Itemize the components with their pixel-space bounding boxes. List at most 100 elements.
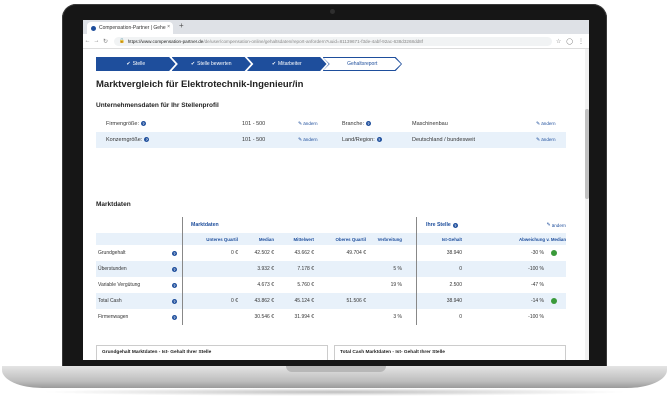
row-label: Total Cash <box>98 298 122 304</box>
cell-mean: 31.994 € <box>294 314 314 320</box>
check-icon: ✔ <box>190 61 196 67</box>
cell-median: 43.862 € <box>254 298 274 304</box>
new-tab-button[interactable]: + <box>179 21 184 30</box>
close-icon[interactable]: × <box>167 24 170 30</box>
change-industry-link[interactable]: ✎ändern <box>536 121 556 127</box>
star-icon[interactable]: ☆ <box>556 38 561 45</box>
cell-spread <box>366 245 402 261</box>
lock-icon: 🔒 <box>119 38 125 43</box>
pencil-icon: ✎ <box>536 121 541 127</box>
table-row: Grundgehalt? 0 € 42.502 € 43.662 € 49.704 € 3… <box>96 245 566 261</box>
step-mitarbeiter[interactable]: ✔ Mitarbeiter <box>247 57 327 71</box>
table-row: Überstunden? 3.932 € 7.178 € 5 % 0 -100 % <box>96 261 566 277</box>
check-icon: ✔ <box>271 61 277 67</box>
change-firm-size-link[interactable]: ✎ändern <box>298 121 318 127</box>
account-icon[interactable]: ◯ <box>566 38 573 45</box>
cell-lq <box>191 277 238 293</box>
row-label: Grundgehalt <box>98 250 126 256</box>
info-row: Konzerngröße:? 101 - 500 ✎ändern Land/Re… <box>96 132 566 148</box>
table-row: Firmenwagen? 30.546 € 31.994 € 3 % 0 -100 % <box>96 309 566 325</box>
help-icon[interactable]: ? <box>144 137 150 143</box>
region-value: Deutschland / bundesweit <box>412 137 475 143</box>
market-group-title: Marktdaten <box>191 222 219 228</box>
cell-uq: 49.704 € <box>346 250 366 256</box>
help-icon[interactable]: ? <box>172 309 177 325</box>
cell-dev: -100 % <box>528 314 544 320</box>
pencil-icon: ✎ <box>298 121 303 127</box>
cell-spread: 5 % <box>393 266 402 272</box>
url-input[interactable]: 🔒 https://www.compensation-partner.de/de… <box>114 36 552 46</box>
favicon-icon <box>91 25 96 31</box>
cell-uq <box>314 277 366 293</box>
row-label: Überstunden <box>98 266 127 272</box>
help-icon[interactable]: ? <box>366 121 372 127</box>
row-label: Firmenwagen <box>98 314 129 320</box>
address-bar: ← → ↻ 🔒 https://www.compensation-partner… <box>83 34 589 49</box>
group-size-value: 101 - 500 <box>242 137 266 143</box>
pencil-icon: ✎ <box>546 222 551 228</box>
cell-spread <box>366 293 402 309</box>
cell-dev: -100 % <box>528 266 544 272</box>
cell-mean: 43.662 € <box>294 250 314 256</box>
status-dot-icon <box>551 293 557 309</box>
group-size-label: Konzerngröße:? <box>106 137 150 143</box>
table-body: Grundgehalt? 0 € 42.502 € 43.662 € 49.704 € 3… <box>96 245 566 325</box>
progress-steps: ✔ Stelle ✔ Stelle bewerten ✔ Mitarbeiter Ge… <box>96 57 402 71</box>
tab-bar: Compensation-Partner | Gehe × + <box>83 20 589 34</box>
reload-icon[interactable]: ↻ <box>101 38 110 45</box>
col-actual-salary: Ist-Gehalt <box>441 236 462 242</box>
cell-lq <box>191 309 238 325</box>
cell-median: 3.932 € <box>257 266 274 272</box>
tab-title: Compensation-Partner | Gehe <box>99 25 166 31</box>
cell-spread: 3 % <box>393 314 402 320</box>
table-group-header: Marktdaten Ihre Stelle? ✎ ändern <box>96 217 566 233</box>
help-icon[interactable]: ? <box>172 245 177 261</box>
chart-cards: Grundgehalt Marktdaten - Ist- Gehalt Ihr… <box>96 345 566 360</box>
cell-mean: 45.124 € <box>294 298 314 304</box>
col-spread: Verbreitung <box>377 236 402 242</box>
table-column-header: Unteres Quartil Median Mittelwert Oberes… <box>96 233 566 245</box>
step-stelle[interactable]: ✔ Stelle <box>96 57 176 71</box>
company-section-title: Unternehmensdaten für Ihr Stellenprofil <box>96 102 219 109</box>
back-icon[interactable]: ← <box>83 38 92 44</box>
menu-icon[interactable]: ⋮ <box>578 38 584 45</box>
scroll-thumb[interactable] <box>585 109 589 199</box>
cell-dev: -30 % <box>530 250 544 256</box>
step-label: Stelle <box>132 61 146 67</box>
cell-mean: 7.178 € <box>297 266 314 272</box>
status-dot-icon <box>551 245 557 261</box>
help-icon[interactable]: ? <box>141 121 147 127</box>
browser-tab[interactable]: Compensation-Partner | Gehe × <box>87 22 173 34</box>
cell-ist: 38.940 <box>446 250 462 256</box>
industry-label: Branche:? <box>342 121 372 127</box>
base-notch <box>286 366 386 372</box>
col-lower-quartile: Unteres Quartil <box>206 236 238 242</box>
help-icon[interactable]: ? <box>376 137 382 143</box>
firm-size-label: Firmengröße:? <box>106 121 147 127</box>
firm-size-value: 101 - 500 <box>242 121 266 127</box>
change-group-size-link[interactable]: ✎ändern <box>298 137 318 143</box>
divider <box>182 217 183 325</box>
cell-lq <box>191 261 238 277</box>
table-row: Total Cash? 0 € 43.862 € 45.124 € 51.506 € 38… <box>96 293 566 309</box>
step-gehaltsreport[interactable]: Gehaltsreport <box>322 57 402 71</box>
company-info: Firmengröße:? 101 - 500 ✎ändern Branche:… <box>96 116 566 148</box>
change-region-link[interactable]: ✎ändern <box>536 137 556 143</box>
scrollbar[interactable] <box>585 49 589 360</box>
forward-icon[interactable]: → <box>92 38 101 44</box>
help-icon[interactable]: ? <box>172 261 177 277</box>
cell-lq: 0 € <box>231 250 238 256</box>
cell-dev: -47 % <box>530 282 544 288</box>
cell-mean: 5.760 € <box>297 282 314 288</box>
help-icon[interactable]: ? <box>452 222 458 228</box>
cell-uq <box>314 261 366 277</box>
pencil-icon: ✎ <box>536 137 541 143</box>
url-path: /de/user/compensation-online/gehaltsdate… <box>203 38 424 44</box>
card-total-cash: Total Cash Marktdaten - Ist- Gehalt Ihre… <box>334 345 566 360</box>
change-own-link[interactable]: ✎ ändern <box>526 217 566 233</box>
step-label: Gehaltsreport <box>347 61 378 67</box>
step-stelle-bewerten[interactable]: ✔ Stelle bewerten <box>171 57 251 71</box>
cell-ist: 0 <box>459 314 462 320</box>
help-icon[interactable]: ? <box>172 277 177 293</box>
help-icon[interactable]: ? <box>172 293 177 309</box>
